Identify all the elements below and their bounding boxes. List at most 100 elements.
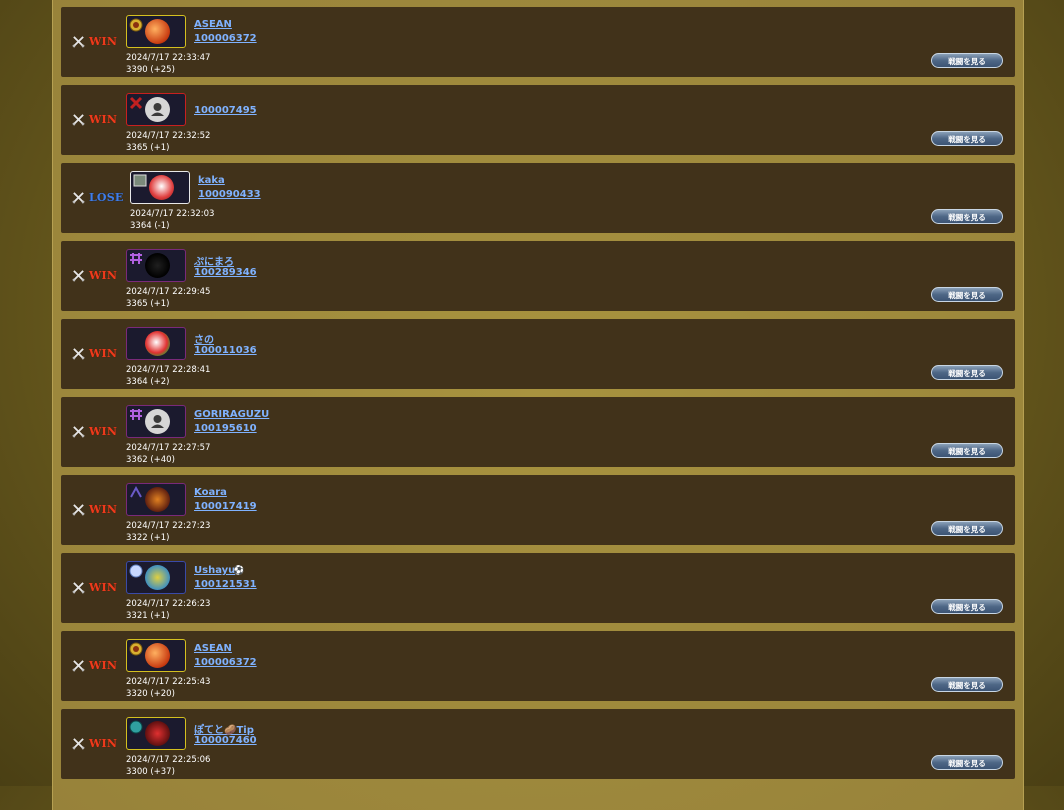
battle-datetime: 2024/7/17 22:32:52 (126, 131, 211, 141)
opponent-name-link[interactable]: ぷにまろ (194, 253, 234, 268)
battle-datetime: 2024/7/17 22:25:06 (126, 755, 211, 765)
view-battle-button[interactable]: 戦闘を見る (931, 443, 1003, 458)
rank-badge-icon (130, 409, 142, 420)
crossed-swords-icon (72, 503, 85, 516)
rating-change: 3365 (+1) (126, 299, 170, 309)
battle-row: WIN さの 100011036 2024/7/17 22:28:41 3364… (61, 319, 1015, 389)
rating-change: 3364 (+2) (126, 377, 170, 387)
battle-row: WIN ASEAN 100006372 2024/7/17 22:33:47 3… (61, 7, 1015, 77)
rating-change: 3365 (+1) (126, 143, 170, 153)
opponent-id-link[interactable]: 100195610 (194, 423, 257, 434)
result-label: WIN (89, 736, 118, 750)
battle-datetime: 2024/7/17 22:32:03 (130, 209, 215, 219)
crossed-swords-icon (72, 425, 85, 438)
opponent-id-link[interactable]: 100006372 (194, 33, 257, 44)
monster-portrait (145, 331, 170, 356)
battle-row: WIN Ushayu ⚽ 100121531 2024/7/17 22:26:2… (61, 553, 1015, 623)
opponent-avatar[interactable] (126, 405, 186, 438)
view-battle-button[interactable]: 戦闘を見る (931, 521, 1003, 536)
crossed-swords-icon (72, 191, 85, 204)
view-battle-button[interactable]: 戦闘を見る (931, 755, 1003, 770)
battle-row: WIN ぽてと🥔Tip 100007460 2024/7/17 22:25:06… (61, 709, 1015, 779)
battle-datetime: 2024/7/17 22:27:23 (126, 521, 211, 531)
rating-change: 3322 (+1) (126, 533, 170, 543)
result-indicator: LOSE (72, 190, 123, 204)
rank-badge-icon (129, 564, 143, 578)
monster-portrait (145, 643, 170, 668)
opponent-avatar[interactable] (126, 717, 186, 750)
opponent-id-link[interactable]: 100007495 (194, 105, 257, 116)
result-label: WIN (89, 112, 118, 126)
opponent-name-link[interactable]: ASEAN (194, 19, 232, 30)
view-battle-button[interactable]: 戦闘を見る (931, 287, 1003, 302)
battle-datetime: 2024/7/17 22:25:43 (126, 677, 211, 687)
rank-badge-icon (130, 485, 142, 498)
result-indicator: WIN (72, 112, 117, 126)
crossed-swords-icon (72, 581, 85, 594)
opponent-name-link[interactable]: Ushayu (194, 565, 235, 576)
rank-badge-icon (129, 18, 143, 32)
opponent-name-link[interactable]: kaka (198, 175, 225, 186)
battle-row: WIN 100007495 2024/7/17 22:32:52 3365 (+… (61, 85, 1015, 155)
result-indicator: WIN (72, 346, 117, 360)
result-indicator: WIN (72, 736, 117, 750)
monster-portrait (145, 487, 170, 512)
opponent-id-link[interactable]: 100007460 (194, 735, 257, 746)
opponent-id-link[interactable]: 100017419 (194, 501, 257, 512)
battle-datetime: 2024/7/17 22:29:45 (126, 287, 211, 297)
crossed-swords-icon (72, 113, 85, 126)
rating-change: 3362 (+40) (126, 455, 175, 465)
opponent-id-link[interactable]: 100011036 (194, 345, 257, 356)
default-user-portrait (145, 409, 170, 434)
monster-portrait (145, 253, 170, 278)
crossed-swords-icon (72, 35, 85, 48)
result-label: WIN (89, 34, 118, 48)
result-indicator: WIN (72, 34, 117, 48)
opponent-avatar[interactable] (126, 483, 186, 516)
rank-badge-icon (129, 96, 143, 110)
result-label: WIN (89, 502, 118, 516)
opponent-avatar[interactable] (126, 561, 186, 594)
opponent-id-link[interactable]: 100289346 (194, 267, 257, 278)
opponent-avatar[interactable] (126, 15, 186, 48)
result-label: WIN (89, 268, 118, 282)
opponent-avatar[interactable] (126, 93, 186, 126)
rank-badge-icon (129, 642, 143, 656)
battle-row: WIN ぷにまろ 100289346 2024/7/17 22:29:45 33… (61, 241, 1015, 311)
view-battle-button[interactable]: 戦闘を見る (931, 131, 1003, 146)
user-silhouette-icon (151, 415, 164, 428)
opponent-id-link[interactable]: 100006372 (194, 657, 257, 668)
rank-badge-icon (133, 174, 147, 187)
result-indicator: WIN (72, 580, 117, 594)
opponent-id-link[interactable]: 100090433 (198, 189, 261, 200)
crossed-swords-icon (72, 269, 85, 282)
opponent-name-link[interactable]: Koara (194, 487, 227, 498)
result-label: WIN (89, 658, 118, 672)
opponent-name-link[interactable]: GORIRAGUZU (194, 409, 269, 420)
monster-portrait (145, 19, 170, 44)
view-battle-button[interactable]: 戦闘を見る (931, 599, 1003, 614)
opponent-name-link[interactable]: ぽてと🥔Tip (194, 721, 254, 736)
battle-row: WIN GORIRAGUZU 100195610 2024/7/17 22:27… (61, 397, 1015, 467)
opponent-avatar[interactable] (130, 171, 190, 204)
battle-row: WIN ASEAN 100006372 2024/7/17 22:25:43 3… (61, 631, 1015, 701)
opponent-name-link[interactable]: さの (194, 331, 214, 346)
view-battle-button[interactable]: 戦闘を見る (931, 677, 1003, 692)
result-indicator: WIN (72, 658, 117, 672)
battle-row: WIN Koara 100017419 2024/7/17 22:27:23 3… (61, 475, 1015, 545)
opponent-id-link[interactable]: 100121531 (194, 579, 257, 590)
battle-datetime: 2024/7/17 22:27:57 (126, 443, 211, 453)
user-silhouette-icon (151, 103, 164, 116)
opponent-avatar[interactable] (126, 249, 186, 282)
view-battle-button[interactable]: 戦闘を見る (931, 365, 1003, 380)
opponent-avatar[interactable] (126, 639, 186, 672)
rating-change: 3364 (-1) (130, 221, 170, 231)
battle-datetime: 2024/7/17 22:33:47 (126, 53, 211, 63)
view-battle-button[interactable]: 戦闘を見る (931, 53, 1003, 68)
result-indicator: WIN (72, 424, 117, 438)
monster-portrait (149, 175, 174, 200)
opponent-avatar[interactable] (126, 327, 186, 360)
crossed-swords-icon (72, 737, 85, 750)
view-battle-button[interactable]: 戦闘を見る (931, 209, 1003, 224)
opponent-name-link[interactable]: ASEAN (194, 643, 232, 654)
